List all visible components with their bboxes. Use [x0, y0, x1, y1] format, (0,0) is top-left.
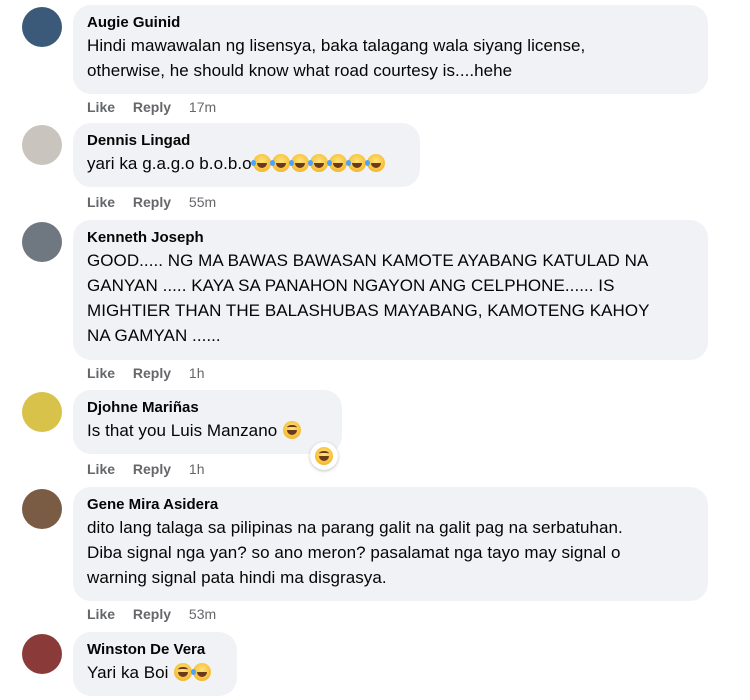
comment-text-line: NA GAMYAN ...... [87, 326, 221, 345]
rolling-on-floor-laughing-icon [326, 154, 347, 172]
like-button[interactable]: Like [87, 365, 115, 381]
reply-button[interactable]: Reply [133, 194, 171, 210]
comment-actions: Like Reply 1h [87, 364, 205, 382]
comment-author[interactable]: Djohne Mariñas [87, 398, 328, 418]
like-button[interactable]: Like [87, 99, 115, 115]
comment-author[interactable]: Dennis Lingad [87, 131, 406, 151]
avatar[interactable] [22, 222, 62, 262]
rolling-on-floor-laughing-icon [345, 154, 366, 172]
comment-text-line: otherwise, he should know what road cour… [87, 61, 513, 80]
avatar[interactable] [22, 489, 62, 529]
comment-timestamp[interactable]: 1h [189, 365, 205, 381]
like-button[interactable]: Like [87, 194, 115, 210]
comment-list: Augie Guinid Hindi mawawalan ng lisensya… [0, 0, 750, 700]
grinning-squinting-face-icon [282, 421, 301, 439]
reply-button[interactable]: Reply [133, 606, 171, 622]
comment-author[interactable]: Winston De Vera [87, 640, 223, 660]
rolling-on-floor-laughing-icon [269, 154, 290, 172]
comment-text-line: MIGHTIER THAN THE BALASHUBAS MAYABANG, K… [87, 301, 650, 320]
comment-text: yari ka g.a.g.o b.o.b.o [87, 154, 252, 173]
avatar[interactable] [22, 392, 62, 432]
comment-actions: Like Reply 53m [87, 605, 216, 623]
comment-text-line: GANYAN ..... KAYA SA PANAHON NGAYON ANG … [87, 276, 615, 295]
reply-button[interactable]: Reply [133, 461, 171, 477]
comment-actions: Like Reply 1h [87, 460, 205, 478]
comment-text-line: dito lang talaga sa pilipinas na parang … [87, 518, 623, 537]
comment-text-line: Is that you Luis Manzano [87, 418, 328, 443]
rolling-on-floor-laughing-icon [191, 663, 212, 681]
avatar[interactable] [22, 634, 62, 674]
grimacing-face-icon [174, 663, 193, 681]
comment-text-line: Hindi mawawalan ng lisensya, baka talaga… [87, 36, 586, 55]
comment-text-line: Yari ka Boi [87, 660, 223, 685]
comment-text: Yari ka Boi [87, 663, 169, 682]
comment-bubble: Dennis Lingad yari ka g.a.g.o b.o.b.o [73, 123, 420, 187]
comment-text-line: GOOD..... NG MA BAWAS BAWASAN KAMOTE AYA… [87, 251, 649, 270]
comment-actions: Like Reply 55m [87, 193, 216, 211]
comment-text-line: Diba signal nga yan? so ano meron? pasal… [87, 543, 621, 562]
rolling-on-floor-laughing-icon [288, 154, 309, 172]
comment-author[interactable]: Augie Guinid [87, 13, 694, 33]
comment-text: Is that you Luis Manzano [87, 421, 278, 440]
comment-bubble: Winston De Vera Yari ka Boi [73, 632, 237, 696]
avatar[interactable] [22, 7, 62, 47]
rolling-on-floor-laughing-icon [364, 154, 385, 172]
laughing-face-icon [315, 447, 333, 465]
comment-author[interactable]: Gene Mira Asidera [87, 495, 694, 515]
comment-text-line: warning signal pata hindi ma disgrasya. [87, 568, 387, 587]
comment-bubble: Augie Guinid Hindi mawawalan ng lisensya… [73, 5, 708, 94]
like-button[interactable]: Like [87, 606, 115, 622]
comment-timestamp[interactable]: 17m [189, 99, 216, 115]
comment-timestamp[interactable]: 55m [189, 194, 216, 210]
reply-button[interactable]: Reply [133, 99, 171, 115]
comment-bubble: Kenneth Joseph GOOD..... NG MA BAWAS BAW… [73, 220, 708, 360]
rolling-on-floor-laughing-icon [307, 154, 328, 172]
reply-button[interactable]: Reply [133, 365, 171, 381]
comment-bubble: Gene Mira Asidera dito lang talaga sa pi… [73, 487, 708, 601]
comment-text-line: yari ka g.a.g.o b.o.b.o [87, 151, 406, 176]
like-button[interactable]: Like [87, 461, 115, 477]
comment-bubble: Djohne Mariñas Is that you Luis Manzano [73, 390, 342, 454]
haha-reaction-icon[interactable] [310, 442, 338, 470]
comment-actions: Like Reply 17m [87, 98, 216, 116]
comment-author[interactable]: Kenneth Joseph [87, 228, 694, 248]
rolling-on-floor-laughing-icon [250, 154, 271, 172]
comment-timestamp[interactable]: 53m [189, 606, 216, 622]
comment-timestamp[interactable]: 1h [189, 461, 205, 477]
avatar[interactable] [22, 125, 62, 165]
